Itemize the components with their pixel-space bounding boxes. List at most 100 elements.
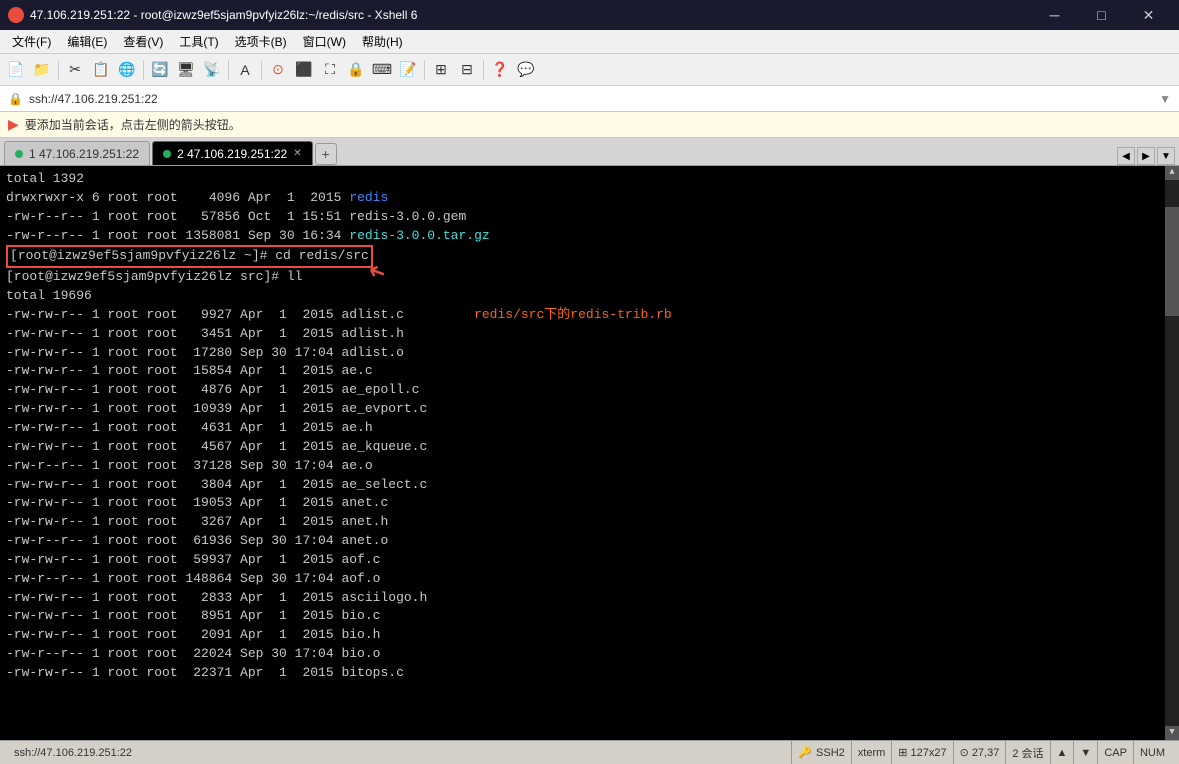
nav-down-icon[interactable]: ▼ (1080, 747, 1091, 759)
tb-font[interactable]: A (233, 58, 257, 82)
line-aeselect: -rw-rw-r-- 1 root root 3804 Apr 1 2015 a… (6, 477, 427, 492)
terminal-output: total 1392 drwxrwxr-x 6 root root 4096 A… (6, 170, 1173, 683)
tb-split[interactable]: ⊞ (429, 58, 453, 82)
address-bar: 🔒 ssh://47.106.219.251:22 ▼ (0, 86, 1179, 112)
tb-cut[interactable]: ✂ (63, 58, 87, 82)
status-bar: ssh://47.106.219.251:22 🔑 SSH2 xterm ⊞ 1… (0, 740, 1179, 764)
nav-up-icon[interactable]: ▲ (1057, 747, 1068, 759)
tb-new[interactable]: 📄 (4, 58, 28, 82)
tb-chat[interactable]: 💬 (514, 58, 538, 82)
tb-open[interactable]: 📁 (30, 58, 54, 82)
line-adlistc: -rw-rw-r-- 1 root root 9927 Apr 1 2015 a… (6, 307, 672, 322)
menu-tabs[interactable]: 选项卡(B) (227, 31, 295, 52)
tab-add-button[interactable]: + (315, 143, 337, 165)
line-gem: -rw-r--r-- 1 root root 57856 Oct 1 15:51… (6, 209, 466, 224)
tb-script[interactable]: 📝 (396, 58, 420, 82)
tb-sep5 (424, 60, 425, 80)
status-nav-down[interactable]: ▼ (1074, 741, 1098, 764)
line-redis-dir: drwxrwxr-x 6 root root 4096 Apr 1 2015 r… (6, 190, 388, 205)
status-sessions: 2 会话 (1006, 741, 1050, 764)
scroll-down-arrow[interactable]: ▼ (1165, 726, 1179, 740)
status-size: ⊞ 127x27 (892, 741, 953, 764)
status-protocol: 🔑 SSH2 (792, 741, 851, 764)
menu-help[interactable]: 帮助(H) (354, 31, 411, 52)
line-bitopsc: -rw-rw-r-- 1 root root 22371 Apr 1 2015 … (6, 665, 404, 680)
title-bar: 47.106.219.251:22 - root@izwz9ef5sjam9pv… (0, 0, 1179, 30)
line-aeepollc: -rw-rw-r-- 1 root root 4876 Apr 1 2015 a… (6, 382, 419, 397)
minimize-button[interactable]: ─ (1032, 5, 1077, 25)
line-bioc: -rw-rw-r-- 1 root root 8951 Apr 1 2015 b… (6, 608, 380, 623)
close-button[interactable]: ✕ (1126, 5, 1171, 25)
status-nav-up[interactable]: ▲ (1051, 741, 1075, 764)
tab-nav-left[interactable]: ◀ (1117, 147, 1135, 165)
maximize-button[interactable]: □ (1079, 5, 1124, 25)
status-num: NUM (1134, 741, 1171, 764)
status-ssh-text: ssh://47.106.219.251:22 (14, 747, 132, 759)
line-aeo: -rw-r--r-- 1 root root 37128 Sep 30 17:0… (6, 458, 373, 473)
line-adlisth: -rw-rw-r-- 1 root root 3451 Apr 1 2015 a… (6, 326, 404, 341)
menu-tools[interactable]: 工具(T) (171, 31, 226, 52)
tb-sep4 (261, 60, 262, 80)
address-text[interactable]: ssh://47.106.219.251:22 (29, 92, 1153, 106)
tab-close-2[interactable]: ✕ (293, 148, 301, 159)
menu-window[interactable]: 窗口(W) (295, 31, 354, 52)
line-bioo: -rw-r--r-- 1 root root 22024 Sep 30 17:0… (6, 646, 380, 661)
status-ssh: ssh://47.106.219.251:22 (8, 741, 792, 764)
line-aekqueue: -rw-rw-r-- 1 root root 4567 Apr 1 2015 a… (6, 439, 427, 454)
status-position: ⊙ 27,37 (954, 741, 1007, 764)
tb-net2[interactable]: 📡 (200, 58, 224, 82)
menu-file[interactable]: 文件(F) (4, 31, 59, 52)
line-asciilogo: -rw-rw-r-- 1 root root 2833 Apr 1 2015 a… (6, 590, 427, 605)
toolbar: 📄 📁 ✂ 📋 🌐 🔄 🖥 📡 A ⊙ ⬛ ⛶ 🔒 ⌨ 📝 ⊞ ⊟ ❓ 💬 (0, 54, 1179, 86)
line-aeh: -rw-rw-r-- 1 root root 4631 Apr 1 2015 a… (6, 420, 373, 435)
info-bar: ▶ 要添加当前会话，点击左侧的箭头按钮。 (0, 112, 1179, 138)
tab-session2[interactable]: 2 47.106.219.251:22 ✕ (152, 141, 313, 165)
app-icon (8, 7, 24, 23)
window-title: 47.106.219.251:22 - root@izwz9ef5sjam9pv… (30, 8, 417, 22)
tb-copy[interactable]: 📋 (89, 58, 113, 82)
line-total2: total 19696 (6, 288, 92, 303)
info-arrow-icon: ▶ (8, 116, 19, 133)
menu-bar: 文件(F) 编辑(E) 查看(V) 工具(T) 选项卡(B) 窗口(W) 帮助(… (0, 30, 1179, 54)
tab-nav-right[interactable]: ▶ (1137, 147, 1155, 165)
scroll-thumb[interactable] (1165, 207, 1179, 316)
tb-stop[interactable]: ⬛ (292, 58, 316, 82)
scroll-up-arrow[interactable]: ▲ (1165, 166, 1179, 180)
tb-keyboard[interactable]: ⌨ (370, 58, 394, 82)
tb-split2[interactable]: ⊟ (455, 58, 479, 82)
line-aec: -rw-rw-r-- 1 root root 15854 Apr 1 2015 … (6, 363, 373, 378)
tb-browse[interactable]: 🌐 (115, 58, 139, 82)
line-aneto: -rw-r--r-- 1 root root 61936 Sep 30 17:0… (6, 533, 388, 548)
tb-lock[interactable]: 🔒 (344, 58, 368, 82)
line-total: total 1392 (6, 171, 84, 186)
tab-dot-2 (163, 150, 171, 158)
address-dropdown-icon[interactable]: ▼ (1159, 92, 1171, 106)
menu-edit[interactable]: 编辑(E) (59, 31, 115, 52)
lock-icon: 🔒 (8, 92, 23, 106)
tb-fullscreen[interactable]: ⛶ (318, 58, 342, 82)
tab-label-1: 1 47.106.219.251:22 (29, 147, 139, 161)
line-src-prompt: [root@izwz9ef5sjam9pvfyiz26lz src]# ll (6, 269, 302, 284)
terminal-scrollbar[interactable]: ▲ ▼ (1165, 166, 1179, 740)
status-terminal-type: xterm (852, 741, 893, 764)
scroll-track[interactable] (1165, 180, 1179, 726)
menu-view[interactable]: 查看(V) (115, 31, 171, 52)
tab-session1[interactable]: 1 47.106.219.251:22 (4, 141, 150, 165)
tb-sep2 (143, 60, 144, 80)
status-cap-text: CAP (1104, 747, 1127, 759)
tab-bar: 1 47.106.219.251:22 2 47.106.219.251:22 … (0, 138, 1179, 166)
status-key-icon: 🔑 (798, 746, 812, 759)
line-aofo: -rw-r--r-- 1 root root 148864 Sep 30 17:… (6, 571, 380, 586)
tab-nav-dropdown[interactable]: ▼ (1157, 147, 1175, 165)
tb-sep6 (483, 60, 484, 80)
tb-sep1 (58, 60, 59, 80)
status-num-text: NUM (1140, 747, 1165, 759)
tb-refresh[interactable]: 🔄 (148, 58, 172, 82)
tb-net1[interactable]: 🖥 (174, 58, 198, 82)
tb-help[interactable]: ❓ (488, 58, 512, 82)
status-pos-text: 27,37 (972, 747, 1000, 759)
status-size-text: 127x27 (911, 747, 947, 759)
tb-red[interactable]: ⊙ (266, 58, 290, 82)
terminal[interactable]: total 1392 drwxrwxr-x 6 root root 4096 A… (0, 166, 1179, 740)
line-aneth: -rw-rw-r-- 1 root root 3267 Apr 1 2015 a… (6, 514, 388, 529)
